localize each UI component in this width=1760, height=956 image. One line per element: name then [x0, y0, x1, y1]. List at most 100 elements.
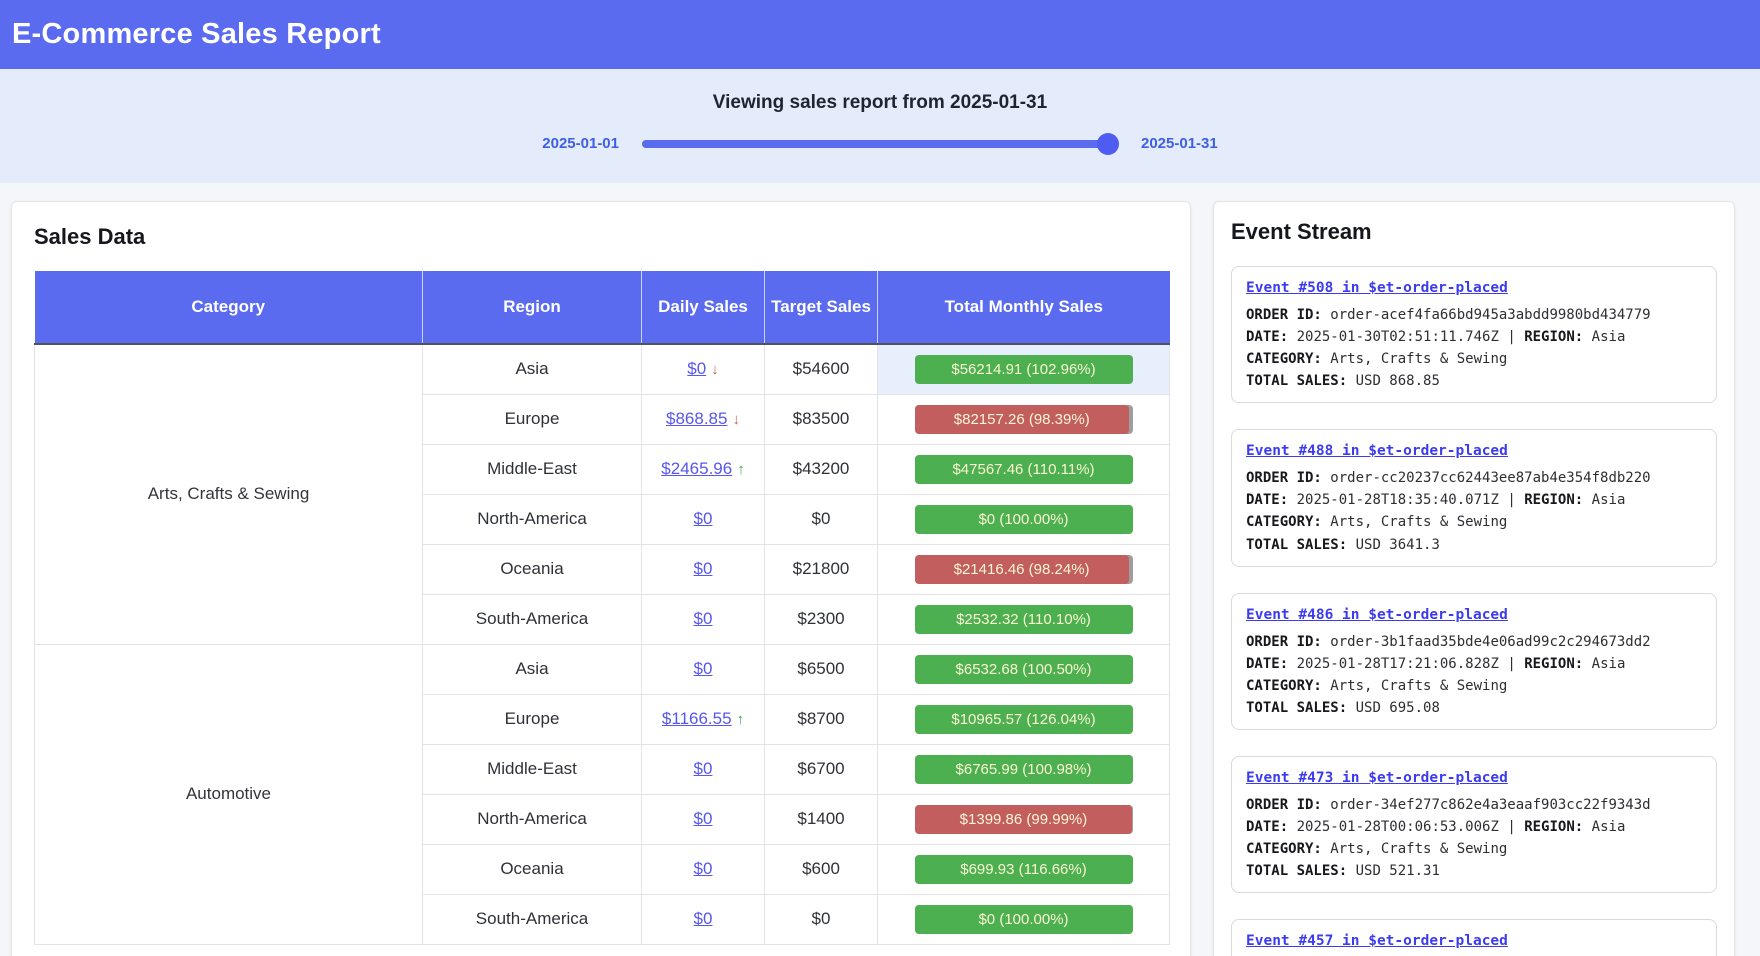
daily-sales-link[interactable]: $0 — [694, 909, 713, 928]
table-header-row: Category Region Daily Sales Target Sales… — [35, 271, 1170, 344]
region-cell: North-America — [423, 494, 642, 544]
monthly-sales-badge-label: $47567.46 (110.11%) — [952, 461, 1094, 478]
event-order-line: ORDER ID: order-cc20237cc62443ee87ab4e35… — [1246, 467, 1702, 489]
event-link[interactable]: Event #473 in $et-order-placed — [1246, 767, 1508, 790]
daily-sales-link[interactable]: $0 — [694, 509, 713, 528]
date-slider-track[interactable] — [642, 140, 1118, 148]
event-card: Event #486 in $et-order-placed ORDER ID:… — [1231, 593, 1717, 730]
monthly-sales-badge: $82157.26 (98.39%) — [915, 405, 1133, 434]
total-monthly-sales-cell: $699.93 (116.66%) — [878, 844, 1170, 894]
region-cell: Asia — [423, 644, 642, 694]
total-monthly-sales-cell: $6765.99 (100.98%) — [878, 744, 1170, 794]
monthly-sales-badge-label: $0 (100.00%) — [978, 511, 1068, 528]
target-sales-cell: $6700 — [765, 744, 878, 794]
total-monthly-sales-cell: $56214.91 (102.96%) — [878, 344, 1170, 394]
event-stream-panel: Event Stream Event #508 in $et-order-pla… — [1213, 201, 1735, 956]
region-value: Asia — [1592, 492, 1626, 508]
order-id-value: order-acef4fa66bd945a3abdd9980bd434779 — [1330, 307, 1650, 323]
daily-sales-link[interactable]: $868.85 — [666, 409, 727, 428]
category-value: Arts, Crafts & Sewing — [1330, 678, 1507, 694]
total-monthly-sales-cell: $82157.26 (98.39%) — [878, 394, 1170, 444]
daily-sales-link[interactable]: $0 — [687, 359, 706, 378]
slider-min-label: 2025-01-01 — [542, 135, 619, 152]
event-link[interactable]: Event #508 in $et-order-placed — [1246, 277, 1508, 300]
daily-sales-cell: $0 — [642, 844, 765, 894]
table-row: Automotive Asia $0 $6500 $6532.68 (100.5… — [35, 644, 1170, 694]
monthly-sales-badge-label: $0 (100.00%) — [978, 911, 1068, 928]
target-sales-cell: $0 — [765, 894, 878, 944]
event-total-line: TOTAL SALES: USD 521.31 — [1246, 860, 1702, 882]
daily-sales-link[interactable]: $0 — [694, 559, 713, 578]
total-monthly-sales-cell: $6532.68 (100.50%) — [878, 644, 1170, 694]
date-slider-thumb[interactable] — [1097, 133, 1119, 155]
event-total-line: TOTAL SALES: USD 3641.3 — [1246, 534, 1702, 556]
trend-arrow-icon: ↑ — [737, 461, 745, 478]
region-cell: Oceania — [423, 844, 642, 894]
column-header-total-monthly-sales: Total Monthly Sales — [878, 271, 1170, 344]
daily-sales-cell: $0 — [642, 594, 765, 644]
category-value: Arts, Crafts & Sewing — [1330, 351, 1507, 367]
trend-arrow-icon: ↓ — [732, 411, 740, 428]
event-link[interactable]: Event #488 in $et-order-placed — [1246, 440, 1508, 463]
date-value: 2025-01-28T00:06:53.006Z — [1297, 819, 1499, 835]
event-total-line: TOTAL SALES: USD 695.08 — [1246, 697, 1702, 719]
monthly-sales-badge: $10965.57 (126.04%) — [915, 705, 1133, 734]
daily-sales-link[interactable]: $0 — [694, 609, 713, 628]
monthly-sales-badge: $6532.68 (100.50%) — [915, 655, 1133, 684]
daily-sales-link[interactable]: $0 — [694, 759, 713, 778]
event-date-line: DATE: 2025-01-28T00:06:53.006Z | REGION:… — [1246, 816, 1702, 838]
category-cell: Automotive — [35, 644, 423, 944]
date-value: 2025-01-28T18:35:40.071Z — [1297, 492, 1499, 508]
daily-sales-link[interactable]: $1166.55 — [662, 709, 732, 728]
date-value: 2025-01-28T17:21:06.828Z — [1297, 656, 1499, 672]
target-sales-cell: $54600 — [765, 344, 878, 394]
separator: | — [1507, 819, 1515, 835]
target-sales-cell: $2300 — [765, 594, 878, 644]
target-sales-cell: $600 — [765, 844, 878, 894]
app-header: E-Commerce Sales Report — [0, 0, 1760, 69]
daily-sales-cell: $868.85 ↓ — [642, 394, 765, 444]
separator: | — [1507, 329, 1515, 345]
region-value: Asia — [1592, 819, 1626, 835]
monthly-sales-badge-label: $82157.26 (98.39%) — [954, 411, 1090, 428]
daily-sales-cell: $0 — [642, 794, 765, 844]
date-slider-fill — [642, 140, 1118, 148]
event-card: Event #508 in $et-order-placed ORDER ID:… — [1231, 266, 1717, 403]
daily-sales-link[interactable]: $2465.96 — [661, 459, 732, 478]
daily-sales-link[interactable]: $0 — [694, 659, 713, 678]
monthly-sales-badge: $0 (100.00%) — [915, 905, 1133, 934]
region-cell: Asia — [423, 344, 642, 394]
monthly-sales-badge-label: $2532.32 (110.10%) — [956, 611, 1091, 628]
monthly-sales-badge-label: $10965.57 (126.04%) — [951, 711, 1095, 728]
monthly-sales-badge-label: $6765.99 (100.98%) — [956, 761, 1092, 778]
daily-sales-cell: $0 — [642, 644, 765, 694]
category-value: Arts, Crafts & Sewing — [1330, 841, 1507, 857]
event-link[interactable]: Event #486 in $et-order-placed — [1246, 604, 1508, 627]
monthly-sales-badge-label: $56214.91 (102.96%) — [951, 361, 1095, 378]
event-date-line: DATE: 2025-01-30T02:51:11.746Z | REGION:… — [1246, 326, 1702, 348]
daily-sales-link[interactable]: $0 — [694, 809, 713, 828]
event-date-line: DATE: 2025-01-28T18:35:40.071Z | REGION:… — [1246, 489, 1702, 511]
total-sales-value: USD 695.08 — [1356, 700, 1440, 716]
event-link[interactable]: Event #457 in $et-order-placed — [1246, 930, 1508, 953]
total-sales-value: USD 868.85 — [1356, 373, 1440, 389]
target-sales-cell: $43200 — [765, 444, 878, 494]
region-cell: South-America — [423, 594, 642, 644]
total-monthly-sales-cell: $10965.57 (126.04%) — [878, 694, 1170, 744]
trend-arrow-icon: ↓ — [711, 361, 719, 378]
main-content: Sales Data Category Region Daily Sales T… — [0, 183, 1760, 956]
daily-sales-cell: $0 — [642, 744, 765, 794]
event-order-line: ORDER ID: order-acef4fa66bd945a3abdd9980… — [1246, 304, 1702, 326]
total-monthly-sales-cell: $21416.46 (98.24%) — [878, 544, 1170, 594]
daily-sales-cell: $0 — [642, 894, 765, 944]
order-id-value: order-cc20237cc62443ee87ab4e354f8db220 — [1330, 470, 1650, 486]
daily-sales-link[interactable]: $0 — [694, 859, 713, 878]
total-monthly-sales-cell: $1399.86 (99.99%) — [878, 794, 1170, 844]
date-value: 2025-01-30T02:51:11.746Z — [1297, 329, 1499, 345]
monthly-sales-badge: $21416.46 (98.24%) — [915, 555, 1133, 584]
monthly-sales-badge: $0 (100.00%) — [915, 505, 1133, 534]
event-stream-title: Event Stream — [1231, 219, 1717, 245]
column-header-region: Region — [423, 271, 642, 344]
daily-sales-cell: $0 ↓ — [642, 344, 765, 394]
order-id-value: order-34ef277c862e4a3eaaf903cc22f9343d — [1330, 797, 1650, 813]
